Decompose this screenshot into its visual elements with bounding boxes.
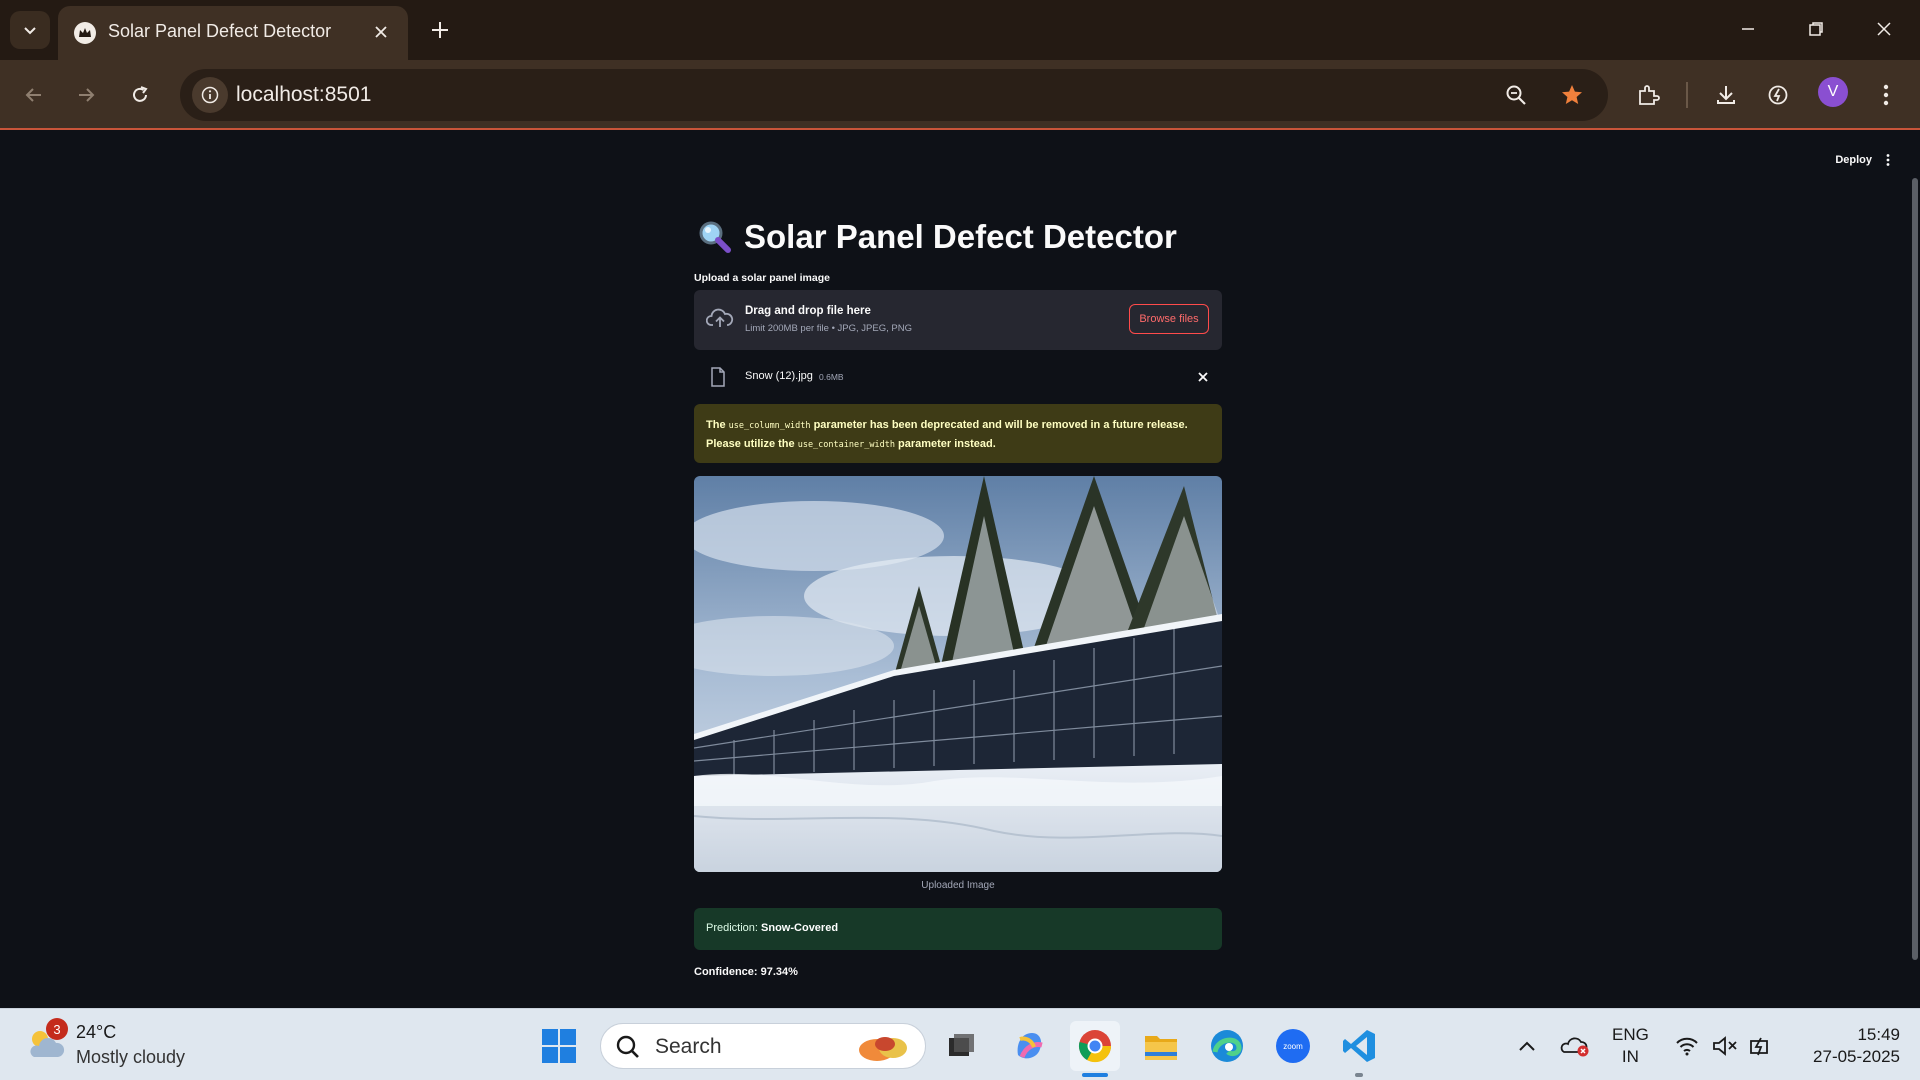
warning-code: use_column_width xyxy=(728,421,811,431)
search-highlight-icon xyxy=(859,1037,907,1061)
url-text: localhost:8501 xyxy=(236,83,372,106)
dropzone-limits: Limit 200MB per file • JPG, JPEG, PNG xyxy=(745,323,912,334)
battery-charging-icon[interactable] xyxy=(1746,1031,1776,1061)
weather-temperature: 24°C xyxy=(76,1022,117,1042)
uploaded-image xyxy=(694,476,1222,872)
restore-icon[interactable] xyxy=(1792,10,1840,48)
taskbar-search[interactable]: Search xyxy=(600,1023,926,1069)
windows-taskbar: 3 24°C Mostly cloudy Search zoom ENG IN … xyxy=(0,1008,1920,1080)
confidence-text: Confidence: 97.34% xyxy=(694,966,798,978)
site-info-icon[interactable] xyxy=(192,77,228,113)
start-button[interactable] xyxy=(541,1028,577,1069)
volume-muted-icon[interactable] xyxy=(1710,1031,1740,1061)
prediction-label: Prediction: xyxy=(706,922,762,934)
browse-files-button[interactable]: Browse files xyxy=(1129,304,1209,334)
browser-menu-icon[interactable] xyxy=(1866,75,1906,115)
toolbar-separator xyxy=(1686,82,1688,108)
page-title: Solar Panel Defect Detector xyxy=(744,218,1177,255)
prediction-value: Snow-Covered xyxy=(761,922,839,934)
minimize-icon[interactable] xyxy=(1724,10,1772,48)
chevron-up-icon[interactable] xyxy=(1512,1031,1542,1061)
page-scrollbar[interactable] xyxy=(1912,178,1918,960)
weather-description: Mostly cloudy xyxy=(76,1047,186,1067)
reload-icon[interactable] xyxy=(120,75,160,115)
uploaded-file-row: Snow (12).jpg 0.6MB xyxy=(694,362,1222,392)
performance-icon[interactable] xyxy=(1758,75,1798,115)
clock-time: 15:49 xyxy=(1857,1025,1900,1044)
browser-toolbar: localhost:8501 V xyxy=(0,60,1920,130)
file-dropzone[interactable]: Drag and drop file here Limit 200MB per … xyxy=(694,290,1222,350)
file-explorer-icon[interactable] xyxy=(1136,1021,1186,1071)
deprecation-warning: The use_column_width parameter has been … xyxy=(694,404,1222,463)
upload-label: Upload a solar panel image xyxy=(694,272,830,284)
chevron-down-icon xyxy=(24,27,36,35)
chrome-taskbar-icon[interactable] xyxy=(1070,1021,1120,1077)
streamlit-crown-icon xyxy=(74,22,96,44)
close-window-icon[interactable] xyxy=(1860,10,1908,48)
copilot-icon[interactable] xyxy=(1004,1021,1054,1071)
app-page: Deploy Solar Panel Defect Detector Uploa… xyxy=(0,132,1920,1008)
extensions-icon[interactable] xyxy=(1628,75,1668,115)
download-icon[interactable] xyxy=(1706,75,1746,115)
tab-title: Solar Panel Defect Detector xyxy=(108,21,332,41)
task-view-icon[interactable] xyxy=(936,1021,986,1071)
region-code: IN xyxy=(1621,1047,1639,1066)
browser-tab-bar: Solar Panel Defect Detector xyxy=(0,0,1920,60)
file-size: 0.6MB xyxy=(819,372,844,382)
clock-date: 27-05-2025 xyxy=(1813,1047,1900,1066)
zoom-app-icon[interactable]: zoom xyxy=(1268,1021,1318,1071)
deploy-button[interactable]: Deploy xyxy=(1835,154,1872,166)
browser-tab-active[interactable]: Solar Panel Defect Detector xyxy=(58,6,408,60)
wifi-icon[interactable] xyxy=(1672,1031,1702,1061)
file-name: Snow (12).jpg xyxy=(745,370,813,382)
tab-search-button[interactable] xyxy=(10,11,50,49)
close-tab-icon[interactable] xyxy=(368,19,394,45)
onedrive-error-icon[interactable] xyxy=(1560,1031,1590,1061)
forward-icon[interactable] xyxy=(66,75,106,115)
snow-solar-panel-photo xyxy=(694,476,1222,872)
dropzone-title: Drag and drop file here xyxy=(745,305,871,317)
page-title-row: Solar Panel Defect Detector xyxy=(696,218,1177,256)
windows-logo-icon xyxy=(542,1029,576,1063)
search-icon xyxy=(616,1035,639,1058)
prediction-result: Prediction: Snow-Covered xyxy=(694,908,1222,950)
language-indicator[interactable]: ENG IN xyxy=(1612,1024,1649,1068)
new-tab-icon[interactable] xyxy=(424,14,456,46)
back-icon[interactable] xyxy=(14,75,54,115)
bookmark-star-icon[interactable] xyxy=(1556,79,1588,111)
language-code: ENG xyxy=(1612,1025,1649,1044)
weather-notification-badge: 3 xyxy=(46,1018,68,1040)
magnifier-icon xyxy=(699,221,731,253)
address-bar[interactable]: localhost:8501 xyxy=(180,69,1608,121)
svg-text:zoom: zoom xyxy=(1283,1042,1303,1051)
warning-code: use_container_width xyxy=(797,440,895,450)
zoom-icon[interactable] xyxy=(1500,79,1532,111)
vscode-icon[interactable] xyxy=(1334,1021,1384,1077)
running-app-indicator xyxy=(1355,1073,1363,1077)
remove-file-icon[interactable] xyxy=(1194,368,1212,386)
active-app-indicator xyxy=(1082,1073,1108,1077)
search-placeholder: Search xyxy=(655,1035,722,1058)
warning-text: parameter instead. xyxy=(894,438,996,450)
edge-icon[interactable] xyxy=(1202,1021,1252,1071)
app-menu-icon[interactable] xyxy=(1882,150,1894,170)
profile-avatar[interactable]: V xyxy=(1818,77,1848,107)
system-clock[interactable]: 15:49 27-05-2025 xyxy=(1813,1024,1900,1068)
image-caption: Uploaded Image xyxy=(921,880,995,891)
cloud-upload-icon xyxy=(706,308,734,327)
file-icon xyxy=(711,367,725,387)
warning-text: The xyxy=(706,419,729,431)
